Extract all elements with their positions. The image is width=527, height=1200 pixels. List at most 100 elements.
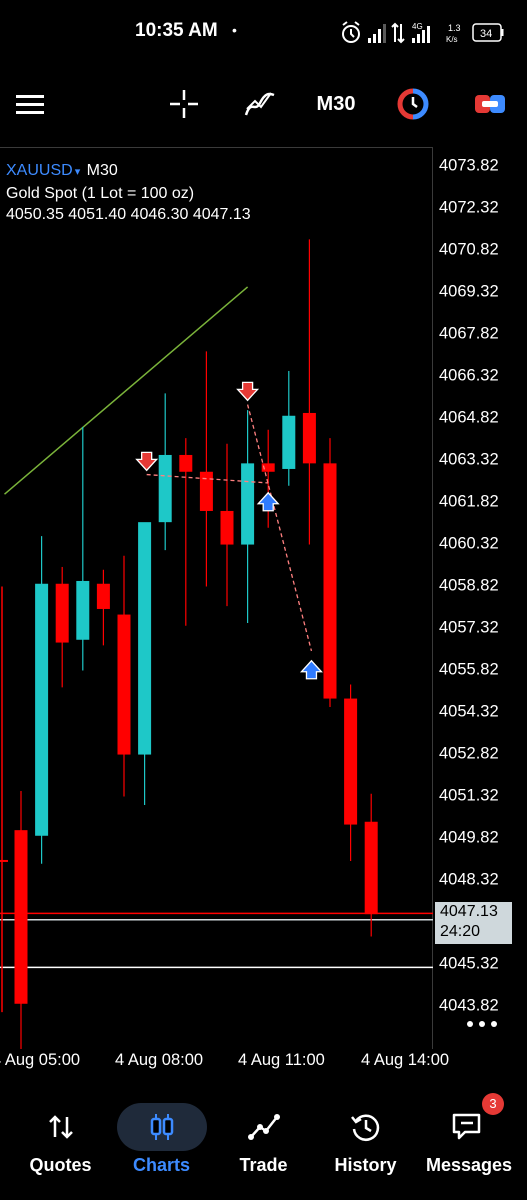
ohlc-values: 4050.35 4051.40 4046.30 4047.13 bbox=[6, 206, 251, 223]
one-click-trading-icon bbox=[397, 88, 429, 120]
candle-body bbox=[220, 510, 234, 545]
speed-value: 1.3 bbox=[448, 23, 461, 33]
bar-countdown: 24:20 bbox=[440, 923, 481, 940]
candle-body bbox=[323, 463, 337, 699]
signal-1-icon bbox=[368, 24, 386, 43]
time-tick-label: 4 Aug 11:00 bbox=[238, 1051, 325, 1069]
status-time: 10:35 AM bbox=[135, 20, 218, 41]
indicators-icon bbox=[244, 92, 275, 116]
trade-icon-wrap bbox=[219, 1103, 309, 1151]
crosshair-icon bbox=[170, 90, 198, 118]
more-dots-icon bbox=[467, 1021, 497, 1027]
timeframe-label: M30 bbox=[316, 92, 356, 115]
time-tick-label: 4 Aug 14:00 bbox=[361, 1051, 450, 1069]
bottom-navigation: Quotes Charts Trade History 3 Messages bbox=[0, 1093, 527, 1200]
price-tick-label: 4058.82 bbox=[439, 576, 499, 595]
candle-body bbox=[158, 454, 172, 523]
nav-quotes[interactable]: Quotes bbox=[8, 1095, 113, 1195]
sell-arrow-icon bbox=[236, 381, 260, 402]
symbol-name[interactable]: XAUUSD bbox=[6, 162, 73, 179]
candle-body bbox=[302, 412, 316, 464]
more-options-button[interactable] bbox=[464, 1014, 500, 1034]
nav-quotes-label: Quotes bbox=[29, 1155, 92, 1175]
nav-charts-label: Charts bbox=[132, 1155, 190, 1175]
candle-body bbox=[282, 415, 296, 469]
current-price-tag: 4047.13 24:20 bbox=[435, 902, 512, 944]
price-tick-label: 4063.32 bbox=[439, 450, 499, 469]
hamburger-icon bbox=[16, 95, 44, 114]
price-tick-label: 4052.82 bbox=[439, 744, 499, 763]
candle-body bbox=[199, 471, 213, 511]
trade-link-line bbox=[246, 404, 313, 652]
candle-body bbox=[179, 454, 193, 472]
price-tick-label: 4072.32 bbox=[439, 198, 499, 217]
price-tick-label: 4070.82 bbox=[439, 240, 499, 259]
nav-trade[interactable]: Trade bbox=[211, 1095, 316, 1195]
chart-timeframe: M30 bbox=[86, 162, 118, 179]
trade-line-icon bbox=[247, 1114, 280, 1140]
price-tick-label: 4067.82 bbox=[439, 324, 499, 343]
new-order-button[interactable] bbox=[470, 84, 510, 124]
crosshair-button[interactable] bbox=[164, 84, 204, 124]
trendline bbox=[4, 286, 249, 495]
price-tick-label: 4055.82 bbox=[439, 660, 499, 679]
candles-icon bbox=[150, 1114, 173, 1140]
sell-arrow-icon bbox=[135, 451, 159, 472]
symbol-dropdown-icon[interactable]: ▾ bbox=[75, 166, 81, 178]
current-price: 4047.13 bbox=[440, 903, 498, 920]
nav-history-label: History bbox=[334, 1155, 397, 1175]
symbol-description: Gold Spot (1 Lot = 100 oz) bbox=[6, 185, 195, 202]
data-arrows-icon bbox=[391, 22, 405, 44]
price-tick-label: 4048.32 bbox=[439, 870, 499, 889]
price-tick-label: 4073.82 bbox=[439, 156, 499, 175]
messages-badge: 3 bbox=[482, 1093, 504, 1115]
charts-icon-wrap bbox=[116, 1103, 207, 1151]
price-tick-label: 4045.32 bbox=[439, 954, 499, 973]
price-tick-label: 4043.82 bbox=[439, 996, 499, 1015]
nav-messages-label: Messages bbox=[425, 1155, 513, 1175]
chart-toolbar: M30 bbox=[0, 72, 527, 138]
network-type: 4G bbox=[412, 22, 423, 31]
timeframe-button[interactable]: M30 bbox=[310, 84, 362, 124]
one-click-trading-button[interactable] bbox=[393, 84, 433, 124]
history-icon-wrap bbox=[321, 1103, 411, 1151]
candle-body bbox=[364, 821, 378, 915]
status-icons: 4G 1.3 K/s 34 bbox=[342, 21, 504, 44]
price-tick-label: 4061.82 bbox=[439, 492, 499, 511]
status-dot: • bbox=[232, 22, 237, 38]
battery-icon: 34 bbox=[472, 23, 504, 42]
time-axis[interactable]: 4 Aug 05:00 4 Aug 08:00 4 Aug 11:00 4 Aug 1… bbox=[0, 1049, 527, 1079]
price-tick-label: 4069.32 bbox=[439, 282, 499, 301]
time-tick-label: 4 Aug 05:00 bbox=[0, 1051, 81, 1069]
nav-charts[interactable]: Charts bbox=[109, 1095, 214, 1195]
menu-button[interactable] bbox=[10, 84, 50, 124]
nav-messages[interactable]: 3 Messages bbox=[414, 1093, 524, 1195]
history-clock-icon bbox=[350, 1114, 379, 1141]
new-order-icon bbox=[475, 95, 505, 113]
indicators-button[interactable] bbox=[240, 84, 280, 124]
nav-history[interactable]: History bbox=[313, 1095, 418, 1195]
chart-info: XAUUSD ▾ M30 Gold Spot (1 Lot = 100 oz) 4… bbox=[6, 160, 251, 225]
buy-arrow-icon bbox=[256, 491, 280, 512]
price-tick-label: 4064.82 bbox=[439, 408, 499, 427]
buy-arrow-icon bbox=[299, 659, 323, 680]
candle-body bbox=[117, 614, 131, 755]
candle-body bbox=[55, 583, 69, 643]
alarm-icon bbox=[342, 21, 360, 43]
price-tick-label: 4066.32 bbox=[439, 366, 499, 385]
battery-level: 34 bbox=[480, 28, 492, 40]
price-tick-label: 4049.82 bbox=[439, 828, 499, 847]
candle-body bbox=[344, 698, 358, 825]
price-tick-label: 4060.32 bbox=[439, 534, 499, 553]
price-tick-label: 4051.32 bbox=[439, 786, 499, 805]
status-bar: 10:35 AM • 4G 1.3 K/s 34 bbox=[0, 0, 527, 64]
candle-body bbox=[241, 463, 255, 545]
quotes-icon-wrap bbox=[16, 1103, 106, 1151]
candle-body bbox=[96, 583, 110, 609]
nav-trade-label: Trade bbox=[239, 1155, 288, 1175]
speed-unit: K/s bbox=[446, 35, 458, 44]
candle-body bbox=[35, 583, 49, 836]
time-tick-label: 4 Aug 08:00 bbox=[115, 1051, 204, 1069]
candle-body bbox=[14, 830, 28, 1004]
candlestick-chart[interactable] bbox=[0, 147, 433, 1049]
